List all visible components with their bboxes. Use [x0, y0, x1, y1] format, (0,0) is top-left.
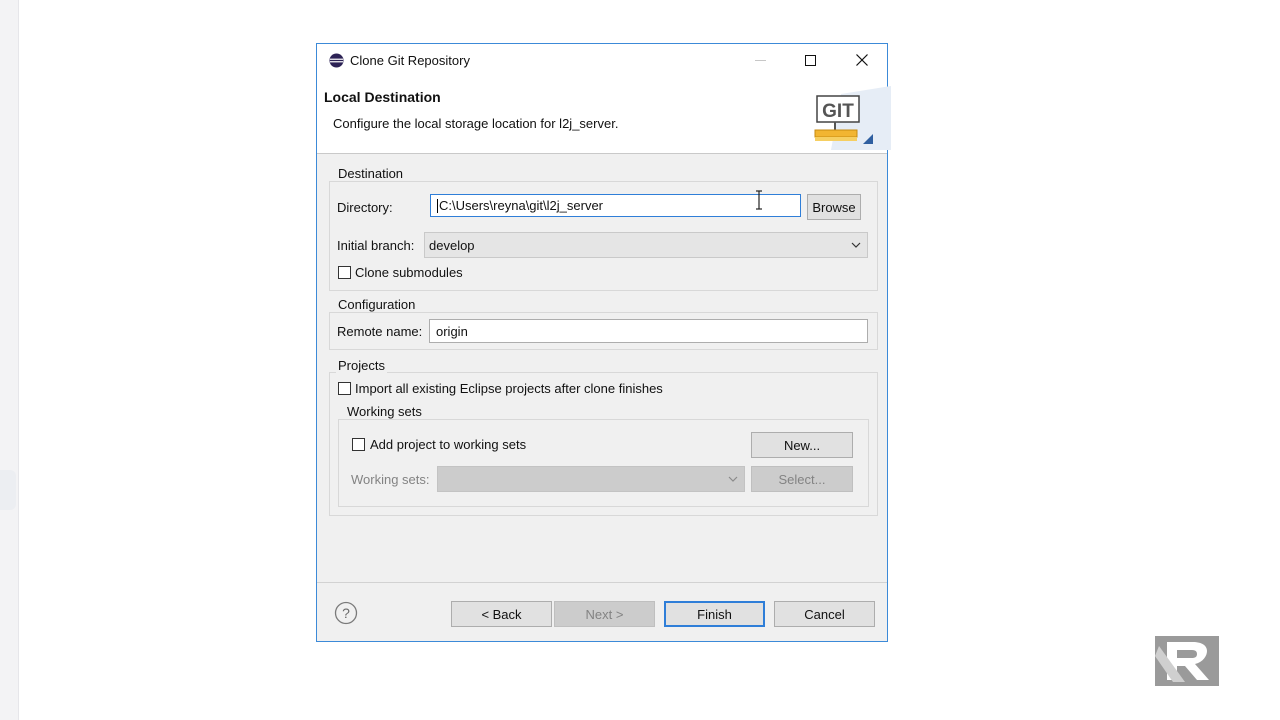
- left-edge-panel: [0, 0, 19, 720]
- initial-branch-label: Initial branch:: [337, 238, 415, 253]
- text-caret: [437, 198, 438, 213]
- cancel-button[interactable]: Cancel: [774, 601, 875, 627]
- configuration-group-label: Configuration: [336, 297, 418, 312]
- import-projects-checkbox[interactable]: [338, 382, 351, 395]
- minimize-icon: [754, 59, 766, 61]
- maximize-icon: [804, 54, 816, 66]
- wizard-header: Local Destination Configure the local st…: [317, 76, 891, 154]
- new-working-set-button[interactable]: New...: [751, 432, 853, 458]
- working-sets-select[interactable]: [437, 466, 745, 492]
- title-bar[interactable]: Clone Git Repository: [317, 44, 887, 76]
- next-button[interactable]: Next >: [554, 601, 655, 627]
- initial-branch-value: develop: [429, 237, 475, 253]
- select-working-sets-button[interactable]: Select...: [751, 466, 853, 492]
- page-description: Configure the local storage location for…: [333, 116, 619, 131]
- maximize-button[interactable]: [787, 44, 833, 76]
- working-sets-group-label: Working sets: [345, 404, 424, 419]
- clone-submodules-checkbox[interactable]: [338, 266, 351, 279]
- directory-input[interactable]: C:\Users\reyna\git\l2j_server: [430, 194, 801, 217]
- working-sets-label: Working sets:: [351, 472, 430, 487]
- minimize-button[interactable]: [737, 44, 783, 76]
- git-logo-icon: GIT: [814, 86, 891, 150]
- destination-group-label: Destination: [336, 166, 406, 181]
- chevron-down-icon: [851, 242, 861, 248]
- import-projects-label: Import all existing Eclipse projects aft…: [355, 381, 663, 396]
- directory-value: C:\Users\reyna\git\l2j_server: [439, 198, 603, 213]
- footer-separator: [317, 582, 887, 583]
- help-icon[interactable]: ?: [334, 601, 358, 625]
- page-title: Local Destination: [324, 89, 441, 105]
- dialog-title: Clone Git Repository: [350, 53, 470, 68]
- directory-label: Directory:: [337, 200, 393, 215]
- remote-name-value: origin: [436, 323, 468, 339]
- remote-name-input[interactable]: origin: [429, 319, 868, 343]
- close-icon: [856, 54, 868, 66]
- eclipse-icon: [329, 53, 344, 68]
- back-button[interactable]: < Back: [451, 601, 552, 627]
- initial-branch-select[interactable]: develop: [424, 232, 868, 258]
- text-cursor-icon: [756, 190, 762, 210]
- add-to-working-sets-label: Add project to working sets: [370, 437, 527, 452]
- chevron-down-icon: [728, 476, 738, 482]
- clone-submodules-label: Clone submodules: [355, 265, 463, 280]
- left-edge-tab[interactable]: [0, 470, 16, 510]
- add-to-working-sets-checkbox[interactable]: [352, 438, 365, 451]
- svg-text:?: ?: [342, 605, 350, 621]
- git-logo-text: GIT: [822, 101, 854, 122]
- remote-name-label: Remote name:: [337, 324, 423, 339]
- watermark-logo-icon: [1155, 636, 1219, 686]
- clone-git-repository-dialog: Clone Git Repository Local Destination C…: [316, 43, 891, 642]
- browse-button[interactable]: Browse: [807, 194, 861, 220]
- close-button[interactable]: [839, 44, 885, 76]
- projects-group-label: Projects: [336, 358, 387, 373]
- finish-button[interactable]: Finish: [664, 601, 765, 627]
